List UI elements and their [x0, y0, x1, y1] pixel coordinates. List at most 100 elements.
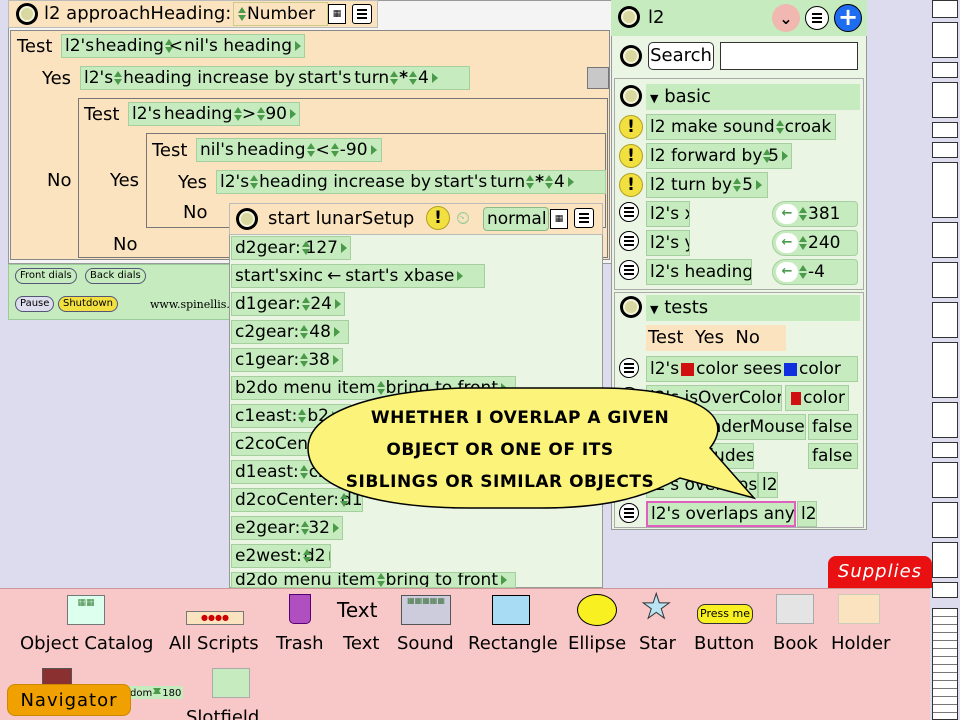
arrows-icon[interactable]: [409, 69, 418, 87]
assign-arrow-icon[interactable]: ←: [776, 204, 798, 224]
tile-menu-icon[interactable]: [619, 358, 639, 378]
do-it-icon[interactable]: !: [619, 173, 643, 197]
scrollbar-segment[interactable]: [932, 22, 958, 58]
expand-icon[interactable]: [341, 243, 347, 253]
drag-handle[interactable]: [587, 67, 609, 89]
expand-icon[interactable]: [333, 327, 340, 337]
sound-icon[interactable]: ▦▦▦▦▦: [401, 595, 451, 625]
yes1-command[interactable]: l2's heading increase by start's turn * 4: [80, 66, 470, 90]
supplies-tab[interactable]: Supplies: [828, 556, 932, 588]
search-button[interactable]: Search: [648, 42, 714, 70]
object-catalog-label[interactable]: Object Catalog: [20, 633, 153, 654]
color-swatch[interactable]: [791, 391, 802, 405]
expand-icon[interactable]: [370, 145, 377, 155]
test2-lhs[interactable]: l2's heading >90: [128, 102, 300, 126]
assign-arrow-icon[interactable]: ←: [776, 233, 798, 253]
all-scripts-icon[interactable]: ●●●●: [186, 611, 244, 625]
test-value[interactable]: l2: [797, 501, 817, 527]
expand-icon[interactable]: [567, 177, 574, 187]
scrollbar-segment[interactable]: [932, 62, 958, 78]
script2-line[interactable]: start's xinc ← start's xbase: [231, 264, 485, 288]
basic-menu-icon[interactable]: [620, 85, 642, 107]
add-category-icon[interactable]: +: [834, 4, 862, 32]
script2-line[interactable]: d2 do menu item bring to front: [231, 572, 516, 588]
scrollbar-segment[interactable]: [932, 82, 958, 118]
trash-icon[interactable]: [289, 594, 311, 624]
script-menu-button[interactable]: [352, 4, 372, 24]
viewer-menu-button[interactable]: [805, 6, 829, 30]
triangle-down-icon[interactable]: ▼: [650, 303, 658, 316]
scrollbar-segment[interactable]: [932, 142, 958, 158]
clock-icon[interactable]: ⏲: [456, 208, 480, 230]
color-swatch[interactable]: [783, 362, 797, 376]
arrows-icon[interactable]: [300, 323, 309, 341]
expand-icon[interactable]: [328, 551, 330, 561]
basic-tile[interactable]: l2 turn by 5: [646, 172, 768, 198]
scrollbar-segment[interactable]: [932, 262, 958, 298]
search-input[interactable]: [720, 42, 858, 70]
arrows-icon[interactable]: [390, 69, 399, 87]
arrows-icon[interactable]: [799, 234, 807, 252]
arrows-icon[interactable]: [306, 141, 315, 159]
basic-tile[interactable]: l2's y: [646, 230, 690, 256]
navigator-tab[interactable]: Navigator: [7, 684, 131, 716]
test-value[interactable]: false: [808, 443, 858, 469]
scrollbar-segment[interactable]: [932, 0, 958, 18]
book-label[interactable]: Book: [773, 633, 818, 654]
test-tile-arg[interactable]: color: [785, 385, 849, 411]
param-icon[interactable]: ▦: [328, 4, 346, 24]
tests-header[interactable]: ▼ tests: [646, 295, 860, 321]
arrows-icon[interactable]: [330, 141, 339, 159]
arrows-icon[interactable]: [257, 105, 266, 123]
slotfield-label[interactable]: Slotfield: [186, 706, 259, 720]
test3-lhs[interactable]: nil's heading < -90: [196, 138, 382, 162]
yes3-command[interactable]: l2's heading increase by start's turn * 4: [216, 170, 606, 194]
star-icon[interactable]: ★: [640, 590, 672, 625]
scrollbar-segment[interactable]: [932, 442, 958, 458]
search-menu-icon[interactable]: [620, 45, 642, 67]
arrows-icon[interactable]: [233, 105, 242, 123]
button-label[interactable]: Button: [694, 633, 754, 654]
arrows-icon[interactable]: [799, 263, 807, 281]
rectangle-icon[interactable]: [492, 595, 530, 625]
arrows-icon[interactable]: [763, 147, 771, 165]
triangle-down-icon[interactable]: ▼: [650, 92, 658, 105]
scrollbar-segment[interactable]: [932, 122, 958, 138]
arrows-icon[interactable]: [164, 37, 173, 55]
arrows-icon[interactable]: [301, 519, 310, 537]
test-value[interactable]: false: [808, 414, 858, 440]
back-dials-button[interactable]: Back dials: [85, 268, 146, 284]
param-type-tile[interactable]: Number: [233, 2, 328, 26]
script-menu-icon[interactable]: [16, 3, 38, 25]
arrows-icon[interactable]: [153, 686, 162, 696]
scrollbar-segment[interactable]: [932, 462, 958, 498]
holder-icon[interactable]: [838, 594, 880, 624]
arrows-icon[interactable]: [733, 176, 742, 194]
basic-tile[interactable]: l2 make sound croak: [646, 114, 836, 140]
button-sample[interactable]: Press me: [697, 604, 753, 624]
trash-label[interactable]: Trash: [276, 633, 324, 654]
script2-menu-icon[interactable]: [236, 208, 258, 230]
arrows-icon[interactable]: [775, 118, 784, 136]
book-icon[interactable]: [776, 594, 814, 624]
expand-icon[interactable]: [335, 299, 341, 309]
script2-line[interactable]: e2 west: d2: [231, 544, 331, 568]
expand-icon[interactable]: [755, 180, 762, 190]
basic-tile[interactable]: l2 forward by 5: [646, 143, 792, 169]
basic-header[interactable]: ▼ basic: [646, 84, 860, 110]
expand-icon[interactable]: [457, 271, 464, 281]
text-sample[interactable]: Text: [337, 598, 377, 622]
arrows-icon[interactable]: [114, 69, 123, 87]
color-swatch[interactable]: [681, 362, 695, 376]
pause-button[interactable]: Pause: [15, 296, 55, 312]
expand-icon[interactable]: [290, 109, 296, 119]
arrows-icon[interactable]: [250, 173, 259, 191]
all-scripts-label[interactable]: All Scripts: [169, 633, 259, 654]
tile-menu-icon[interactable]: [619, 260, 639, 280]
holder-label[interactable]: Holder: [831, 633, 890, 654]
scrollbar-segment[interactable]: [932, 162, 958, 218]
arrows-icon[interactable]: [301, 239, 310, 257]
script2-line[interactable]: d1 gear: 24: [231, 292, 345, 316]
scrollbar-segment[interactable]: [932, 608, 958, 720]
tile-menu-icon[interactable]: [619, 202, 639, 222]
